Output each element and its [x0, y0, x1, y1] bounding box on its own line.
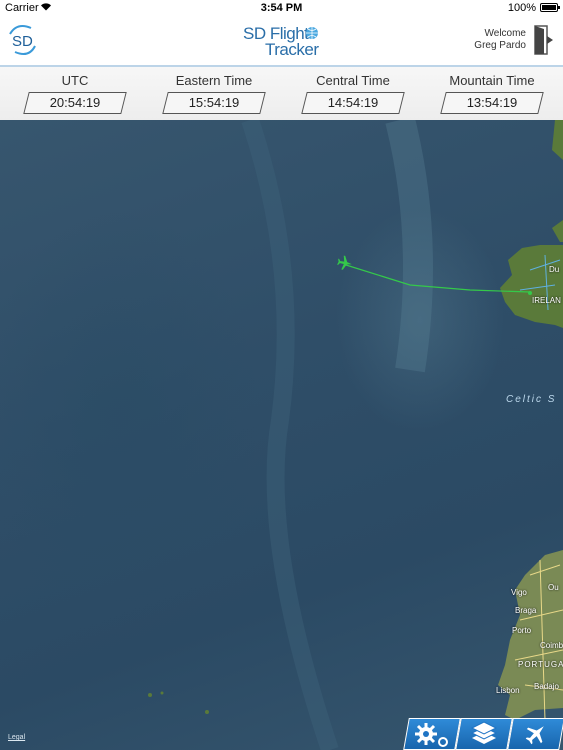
layers-icon: [470, 721, 498, 744]
clock-utc: UTC 20:54:19: [23, 73, 127, 114]
map-label-vigo: Vigo: [511, 588, 527, 597]
clock-label: Central Time: [316, 73, 390, 88]
flight-map[interactable]: Du IRELAN Celtic S Vigo Ou Braga Porto C…: [0, 120, 563, 750]
settings-icon: [415, 723, 448, 747]
map-label-ireland: IRELAN: [532, 296, 561, 305]
clock-label: Mountain Time: [449, 73, 535, 88]
clock-time: 15:54:19: [188, 95, 240, 110]
airplane-icon: [525, 726, 544, 745]
svg-text:SD: SD: [12, 33, 33, 50]
welcome-label: Welcome: [484, 28, 527, 39]
map-label-braga: Braga: [515, 606, 537, 615]
battery-icon: [540, 3, 560, 12]
map-label-celtic-sea: Celtic S: [506, 394, 557, 405]
sd-logo[interactable]: SD: [7, 24, 39, 56]
status-bar: Carrier 3:54 PM 100%: [0, 0, 563, 16]
app-header: SD SD Flight Tracker Welcome Greg Pardo: [0, 16, 563, 65]
clock-time: 20:54:19: [49, 95, 101, 110]
clock-central: Central Time 14:54:19: [301, 73, 405, 114]
airplane-marker-icon[interactable]: [336, 255, 353, 271]
welcome-block: Welcome Greg Pardo: [474, 28, 526, 52]
clock-label: Eastern Time: [175, 73, 253, 88]
logout-icon[interactable]: [532, 24, 556, 61]
timezone-bar: UTC 20:54:19 Eastern Time 15:54:19 Centr…: [0, 65, 563, 120]
map-label-ourense: Ou: [548, 583, 559, 592]
globe-icon: [305, 26, 319, 45]
map-label-dublin: Du: [549, 265, 560, 274]
clock-time: 14:54:19: [327, 95, 379, 110]
user-name: Greg Pardo: [474, 40, 526, 51]
legal-link[interactable]: Legal: [8, 734, 25, 741]
clock-mountain: Mountain Time 13:54:19: [440, 73, 544, 114]
map-label-coimbra: Coimb: [540, 641, 563, 650]
ireland-landmass: [500, 245, 563, 328]
map-label-badajoz: Badajo: [534, 682, 559, 691]
flights-button[interactable]: [507, 718, 563, 750]
battery-percent: 100%: [507, 2, 536, 14]
settings-button[interactable]: [403, 718, 461, 750]
layers-button[interactable]: [455, 718, 513, 750]
map-label-portugal: PORTUGA: [518, 660, 563, 669]
map-label-porto: Porto: [512, 626, 532, 635]
clock-eastern: Eastern Time 15:54:19: [162, 73, 266, 114]
map-canvas: [148, 120, 563, 750]
brand-logo: SD Flight Tracker: [243, 24, 323, 62]
map-label-lisbon: Lisbon: [496, 686, 520, 695]
clock-time: 13:54:19: [466, 95, 518, 110]
status-time: 3:54 PM: [260, 2, 303, 14]
clock-label: UTC: [61, 73, 89, 88]
map-toolbar: [402, 718, 563, 750]
